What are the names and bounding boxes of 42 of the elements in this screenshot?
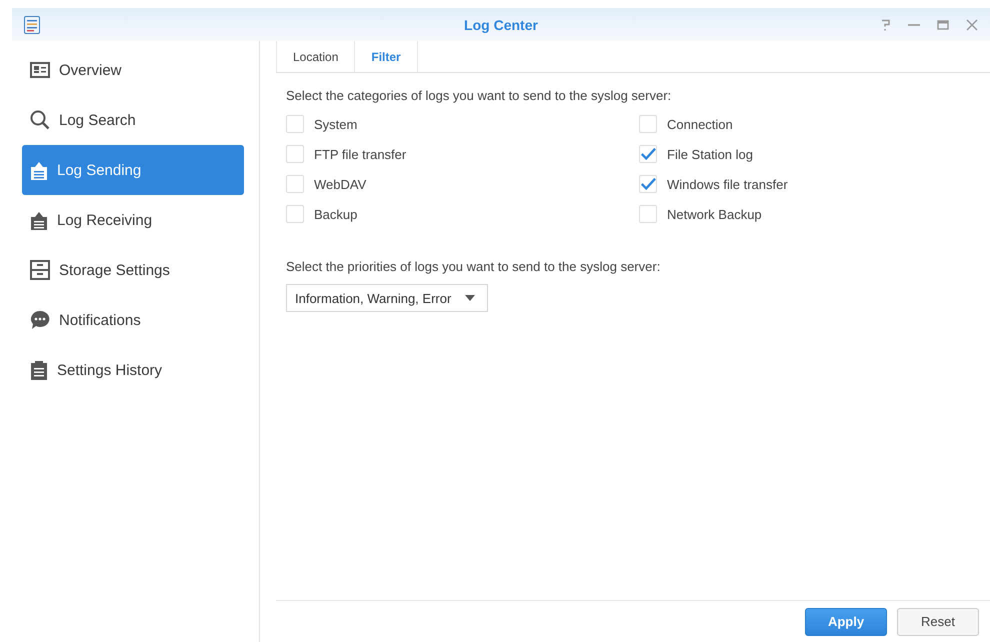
sidebar-item[interactable]: Log Search (22, 95, 244, 145)
search-icon (30, 110, 50, 130)
checkbox[interactable] (639, 205, 657, 223)
checkbox[interactable] (639, 145, 657, 163)
checkbox-label: Connection (667, 116, 733, 132)
maximize-icon[interactable] (937, 18, 949, 30)
caret-icon (465, 295, 476, 301)
document-tray-icon (30, 160, 48, 180)
checkbox-label: File Station log (667, 146, 753, 162)
close-icon[interactable] (966, 18, 978, 30)
checkbox-label: Windows file transfer (667, 176, 788, 192)
drawer-cabinet-icon (30, 260, 50, 280)
checkbox[interactable] (286, 145, 304, 163)
document-tray-icon (30, 210, 48, 230)
clipboard-icon (30, 360, 48, 380)
priorities-dropdown[interactable]: Information, Warning, Error (286, 284, 488, 312)
checkbox[interactable] (639, 175, 657, 193)
sidebar-item[interactable]: Overview (22, 45, 244, 95)
chat-bubble-icon (30, 310, 50, 330)
tab[interactable]: Location (276, 41, 356, 72)
sidebar-item[interactable]: Storage Settings (22, 245, 244, 295)
priorities-prompt: Select the priorities of logs you want to send to the syslog server: (286, 259, 662, 274)
checkbox[interactable] (286, 115, 304, 133)
checkbox[interactable] (639, 115, 657, 133)
checkbox-label: System (314, 116, 358, 132)
categories-prompt: Select the categories of logs you want to send to the syslog server: (286, 88, 672, 103)
reset-button[interactable]: Reset (897, 608, 979, 636)
sidebar-item[interactable]: Notifications (22, 295, 244, 345)
help-icon[interactable] (881, 18, 891, 30)
sidebar-item[interactable]: Log Receiving (22, 195, 244, 245)
tab[interactable]: Filter (355, 41, 418, 72)
checkbox[interactable] (286, 175, 304, 193)
checkbox-label: WebDAV (314, 176, 366, 192)
checkbox-label: FTP file transfer (314, 146, 406, 162)
app-icon (24, 16, 40, 34)
checkbox[interactable] (286, 205, 304, 223)
sidebar-item[interactable]: Settings History (22, 345, 244, 395)
checkbox-label: Backup (314, 206, 358, 222)
id-card-icon (30, 61, 50, 79)
checkbox-label: Network Backup (667, 206, 762, 222)
sidebar-item[interactable]: Log Sending (22, 145, 244, 195)
window-title: Log Center (464, 16, 538, 32)
